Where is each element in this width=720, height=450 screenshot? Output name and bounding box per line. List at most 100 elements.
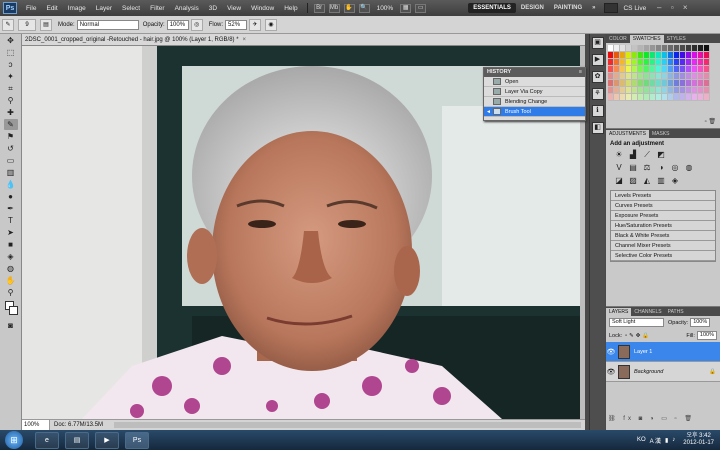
menu-3d[interactable]: 3D	[204, 5, 222, 12]
opacity-input[interactable]: 100%	[166, 19, 189, 30]
minimize-icon[interactable]: –	[654, 3, 664, 13]
photoshop-taskbar-icon[interactable]: Ps	[125, 431, 149, 449]
tab-color[interactable]: COLOR	[606, 35, 630, 43]
layers-footer-icons[interactable]: ⛓ fx ◙ ◑ ▭ ▫ 🗑	[608, 415, 718, 423]
layer-row-background[interactable]: 👁 Background 🔒	[606, 362, 720, 382]
swatch-cell[interactable]	[704, 87, 710, 94]
network-icon[interactable]: ▮	[665, 437, 668, 444]
tab-paths[interactable]: PATHS	[665, 308, 687, 316]
clone-stamp-tool-icon[interactable]: ⚑	[4, 131, 18, 142]
swatch-grid[interactable]	[608, 45, 714, 101]
lasso-tool-icon[interactable]: ↄ	[4, 59, 18, 70]
history-item-brush-tool[interactable]: ◄ Brush Tool	[484, 107, 585, 117]
brightness-contrast-icon[interactable]: ☀	[614, 150, 624, 160]
quick-mask-icon[interactable]: ◙	[4, 320, 18, 331]
threshold-icon[interactable]: ◭	[642, 176, 652, 186]
exposure-icon[interactable]: ◩	[656, 150, 666, 160]
menu-layer[interactable]: Layer	[91, 5, 117, 12]
history-item-layer-via-copy[interactable]: Layer Via Copy	[484, 87, 585, 97]
screen-mode-icon[interactable]: ▭	[415, 3, 427, 13]
swatch-cell[interactable]	[704, 52, 710, 59]
shape-tool-icon[interactable]: ■	[4, 239, 18, 250]
airbrush-icon[interactable]: ✈	[249, 18, 262, 31]
panel-menu-icon[interactable]: ≡	[579, 68, 582, 77]
marquee-tool-icon[interactable]: ⬚	[4, 47, 18, 58]
preset-selective-color[interactable]: Selective Color Presets	[611, 251, 715, 261]
preset-exposure[interactable]: Exposure Presets	[611, 211, 715, 221]
status-zoom-input[interactable]: 100%	[22, 420, 50, 430]
volume-icon[interactable]: ♪	[672, 437, 675, 443]
eye-icon[interactable]: 👁	[606, 348, 616, 356]
close-document-icon[interactable]: ×	[243, 34, 247, 45]
path-select-tool-icon[interactable]: ➤	[4, 227, 18, 238]
mode-select[interactable]: Normal	[76, 19, 139, 30]
tab-styles[interactable]: STYLES	[664, 35, 689, 43]
bridge-icon[interactable]: Br	[313, 3, 325, 13]
menu-view[interactable]: View	[222, 5, 246, 12]
menu-select[interactable]: Select	[117, 5, 145, 12]
vibrance-icon[interactable]: V	[614, 163, 624, 173]
media-player-icon[interactable]: ▶	[95, 431, 119, 449]
channel-mixer-icon[interactable]: ◍	[684, 163, 694, 173]
pen-tool-icon[interactable]: ✒	[4, 203, 18, 214]
pressure-size-icon[interactable]: ◉	[265, 18, 278, 31]
menu-edit[interactable]: Edit	[41, 5, 62, 12]
layer-opacity-input[interactable]: 100%	[690, 318, 711, 327]
ime-indicator[interactable]: A 漢	[650, 436, 661, 445]
history-brush-tool-icon[interactable]: ↺	[4, 143, 18, 154]
3d-camera-tool-icon[interactable]: ◍	[4, 263, 18, 274]
swatch-cell[interactable]	[704, 66, 710, 73]
black-white-icon[interactable]: ◑	[656, 163, 666, 173]
workspace-more[interactable]: »	[587, 3, 600, 13]
gradient-map-icon[interactable]: ▥	[656, 176, 666, 186]
pressure-opacity-icon[interactable]: ◎	[190, 18, 203, 31]
actions-panel-icon[interactable]: ▶	[591, 54, 604, 66]
invert-icon[interactable]: ◪	[614, 176, 624, 186]
history-panel-icon[interactable]: ▣	[591, 37, 604, 49]
workspace-essentials[interactable]: ESSENTIALS	[468, 3, 516, 13]
workspace-painting[interactable]: PAINTING	[549, 3, 587, 13]
hand-tool-icon[interactable]: ✋	[343, 3, 355, 13]
brush-panel-icon[interactable]: ▤	[40, 18, 52, 31]
hue-saturation-icon[interactable]: ▤	[628, 163, 638, 173]
status-doc-size[interactable]: Doc: 6.77M/13.5M	[50, 420, 110, 430]
tab-masks[interactable]: MASKS	[649, 130, 673, 138]
zoom-tool-icon[interactable]: 🔍	[358, 3, 370, 13]
hand-tool-icon[interactable]: ✋	[4, 275, 18, 286]
tab-layers[interactable]: LAYERS	[606, 308, 632, 316]
color-balance-icon[interactable]: ⚖	[642, 163, 652, 173]
posterize-icon[interactable]: ▨	[628, 176, 638, 186]
brush-tool-icon[interactable]: ✎	[2, 18, 14, 31]
menu-file[interactable]: File	[21, 5, 41, 12]
background-color[interactable]	[8, 306, 18, 315]
explorer-icon[interactable]: ▤	[65, 431, 89, 449]
layer-row-layer-1[interactable]: 👁 Layer 1	[606, 342, 720, 362]
swatch-cell[interactable]	[704, 45, 710, 52]
arrange-icon[interactable]: ▦	[400, 3, 412, 13]
document-tab[interactable]: 2DSC_0001_cropped_original -Retouched - …	[22, 34, 585, 46]
3d-rotate-tool-icon[interactable]: ◈	[4, 251, 18, 262]
lang-indicator[interactable]: KO	[637, 437, 646, 443]
swatch-cell[interactable]	[704, 59, 710, 66]
swatch-cell[interactable]	[704, 80, 710, 87]
color-swatches[interactable]	[4, 299, 18, 319]
horizontal-scrollbar[interactable]	[114, 422, 581, 428]
info-panel-icon[interactable]: ℹ	[591, 105, 604, 117]
brush-panel-icon[interactable]: ✿	[591, 71, 604, 83]
dodge-tool-icon[interactable]: ●	[4, 191, 18, 202]
swatch-cell[interactable]	[704, 94, 710, 101]
menu-analysis[interactable]: Analysis	[170, 5, 204, 12]
clone-source-icon[interactable]: ⚘	[591, 88, 604, 100]
start-button[interactable]: ⊞	[5, 431, 23, 449]
close-icon[interactable]: ×	[680, 3, 690, 13]
blur-tool-icon[interactable]: 💧	[4, 179, 18, 190]
eraser-tool-icon[interactable]: ▭	[4, 155, 18, 166]
workspace-design[interactable]: DESIGN	[516, 3, 549, 13]
flow-input[interactable]: 52%	[225, 19, 248, 30]
swatch-cell[interactable]	[704, 73, 710, 80]
menu-help[interactable]: Help	[279, 5, 302, 12]
restore-icon[interactable]: ▫	[667, 3, 677, 13]
type-tool-icon[interactable]: T	[4, 215, 18, 226]
clock[interactable]: 오후 3:42 2012-01-17	[683, 433, 714, 447]
menu-window[interactable]: Window	[246, 5, 279, 12]
